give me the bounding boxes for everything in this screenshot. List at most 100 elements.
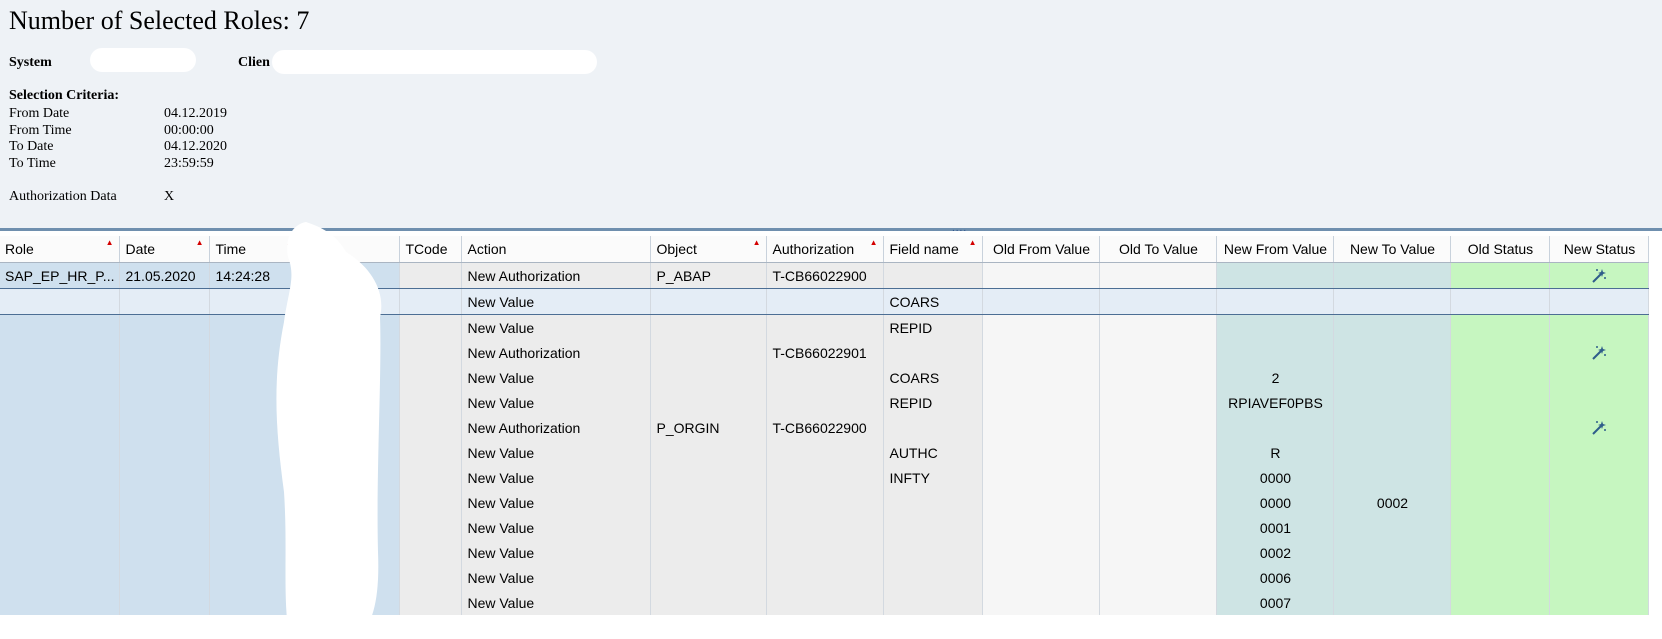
table-row[interactable]: New Authorization P_ORGIN T-CB66022900 xyxy=(0,415,1650,440)
cell-old-to-value[interactable] xyxy=(1099,365,1218,390)
cell-new-to-value[interactable] xyxy=(1333,565,1452,590)
cell-old-to-value[interactable] xyxy=(1099,465,1218,490)
col-header-date[interactable]: Date ▲ xyxy=(119,236,211,263)
cell-old-status[interactable] xyxy=(1450,390,1551,415)
cell-authorization[interactable] xyxy=(766,365,885,390)
cell-action[interactable]: New Value xyxy=(461,590,652,615)
table-row[interactable]: New Value 0001 xyxy=(0,515,1650,540)
cell-action[interactable]: New Value xyxy=(461,365,652,390)
cell-object[interactable] xyxy=(650,490,768,515)
cell-old-to-value[interactable] xyxy=(1099,415,1218,440)
cell-field-name[interactable] xyxy=(883,565,984,590)
col-header-new-to-value[interactable]: New To Value xyxy=(1333,236,1452,263)
cell-field-name[interactable]: COARS xyxy=(883,288,984,315)
cell-new-status[interactable] xyxy=(1549,440,1650,465)
cell-object[interactable] xyxy=(650,440,768,465)
cell-old-to-value[interactable] xyxy=(1099,440,1218,465)
pane-splitter[interactable] xyxy=(0,228,1662,231)
table-row[interactable]: New Value REPID xyxy=(0,314,1650,340)
cell-new-from-value[interactable]: 0006 xyxy=(1216,565,1335,590)
cell-new-to-value[interactable] xyxy=(1333,415,1452,440)
cell-object[interactable]: P_ABAP xyxy=(650,262,768,289)
cell-old-from-value[interactable] xyxy=(982,565,1101,590)
cell-role[interactable] xyxy=(0,590,121,615)
cell-new-from-value[interactable]: 0002 xyxy=(1216,540,1335,565)
cell-date[interactable] xyxy=(119,565,211,590)
cell-old-status[interactable] xyxy=(1450,314,1551,340)
cell-date[interactable] xyxy=(119,515,211,540)
cell-old-from-value[interactable] xyxy=(982,415,1101,440)
col-header-new-from-value[interactable]: New From Value xyxy=(1216,236,1335,263)
cell-authorization[interactable] xyxy=(766,465,885,490)
cell-field-name[interactable] xyxy=(883,340,984,365)
cell-old-from-value[interactable] xyxy=(982,262,1101,289)
cell-date[interactable] xyxy=(119,465,211,490)
cell-action[interactable]: New Value xyxy=(461,465,652,490)
cell-new-from-value[interactable] xyxy=(1216,415,1335,440)
cell-authorization[interactable]: T-CB66022901 xyxy=(766,340,885,365)
cell-new-to-value[interactable] xyxy=(1333,340,1452,365)
cell-old-status[interactable] xyxy=(1450,440,1551,465)
cell-tcode[interactable] xyxy=(399,415,463,440)
cell-new-from-value[interactable]: 0007 xyxy=(1216,590,1335,615)
cell-authorization[interactable] xyxy=(766,565,885,590)
cell-tcode[interactable] xyxy=(399,262,463,289)
cell-new-from-value[interactable]: R xyxy=(1216,440,1335,465)
cell-old-from-value[interactable] xyxy=(982,314,1101,340)
cell-new-from-value[interactable]: RPIAVEF0PBS xyxy=(1216,390,1335,415)
cell-new-to-value[interactable] xyxy=(1333,540,1452,565)
cell-field-name[interactable]: INFTY xyxy=(883,465,984,490)
col-header-tcode[interactable]: TCode xyxy=(399,236,463,263)
cell-new-status[interactable] xyxy=(1549,365,1650,390)
cell-old-from-value[interactable] xyxy=(982,540,1101,565)
cell-old-from-value[interactable] xyxy=(982,365,1101,390)
cell-authorization[interactable] xyxy=(766,390,885,415)
cell-new-to-value[interactable] xyxy=(1333,390,1452,415)
cell-tcode[interactable] xyxy=(399,440,463,465)
cell-new-to-value[interactable] xyxy=(1333,440,1452,465)
cell-authorization[interactable]: T-CB66022900 xyxy=(766,262,885,289)
table-row[interactable]: New Value AUTHC R xyxy=(0,440,1650,465)
col-header-authorization[interactable]: Authorization ▲ xyxy=(766,236,885,263)
cell-object[interactable] xyxy=(650,515,768,540)
col-header-object[interactable]: Object ▲ xyxy=(650,236,768,263)
cell-old-from-value[interactable] xyxy=(982,440,1101,465)
cell-role[interactable] xyxy=(0,314,121,340)
cell-tcode[interactable] xyxy=(399,314,463,340)
cell-role[interactable] xyxy=(0,515,121,540)
cell-new-status[interactable] xyxy=(1549,314,1650,340)
cell-action[interactable]: New Value xyxy=(461,440,652,465)
cell-new-from-value[interactable] xyxy=(1216,314,1335,340)
cell-date[interactable] xyxy=(119,365,211,390)
table-row[interactable]: SAP_EP_HR_P... 21.05.2020 14:24:28 New Auth… xyxy=(0,262,1650,289)
cell-object[interactable] xyxy=(650,314,768,340)
cell-object[interactable]: P_ORGIN xyxy=(650,415,768,440)
cell-action[interactable]: New Value xyxy=(461,515,652,540)
cell-new-from-value[interactable]: 0000 xyxy=(1216,490,1335,515)
cell-new-to-value[interactable] xyxy=(1333,262,1452,289)
cell-old-from-value[interactable] xyxy=(982,590,1101,615)
col-header-old-to-value[interactable]: Old To Value xyxy=(1099,236,1218,263)
col-header-role[interactable]: Role ▲ xyxy=(0,236,121,263)
cell-old-from-value[interactable] xyxy=(982,515,1101,540)
cell-field-name[interactable] xyxy=(883,590,984,615)
col-header-field-name[interactable]: Field name ▲ xyxy=(883,236,984,263)
cell-old-status[interactable] xyxy=(1450,515,1551,540)
cell-new-to-value[interactable]: 0002 xyxy=(1333,490,1452,515)
cell-role[interactable] xyxy=(0,365,121,390)
cell-authorization[interactable] xyxy=(766,590,885,615)
cell-old-status[interactable] xyxy=(1450,565,1551,590)
cell-date[interactable] xyxy=(119,314,211,340)
cell-new-from-value[interactable] xyxy=(1216,340,1335,365)
cell-role[interactable] xyxy=(0,288,121,315)
cell-action[interactable]: New Value xyxy=(461,490,652,515)
cell-old-status[interactable] xyxy=(1450,262,1551,289)
cell-tcode[interactable] xyxy=(399,515,463,540)
table-row[interactable]: New Value COARS xyxy=(0,288,1650,315)
cell-new-to-value[interactable] xyxy=(1333,465,1452,490)
cell-new-to-value[interactable] xyxy=(1333,314,1452,340)
cell-date[interactable] xyxy=(119,490,211,515)
cell-role[interactable] xyxy=(0,340,121,365)
cell-role[interactable] xyxy=(0,565,121,590)
cell-old-to-value[interactable] xyxy=(1099,590,1218,615)
